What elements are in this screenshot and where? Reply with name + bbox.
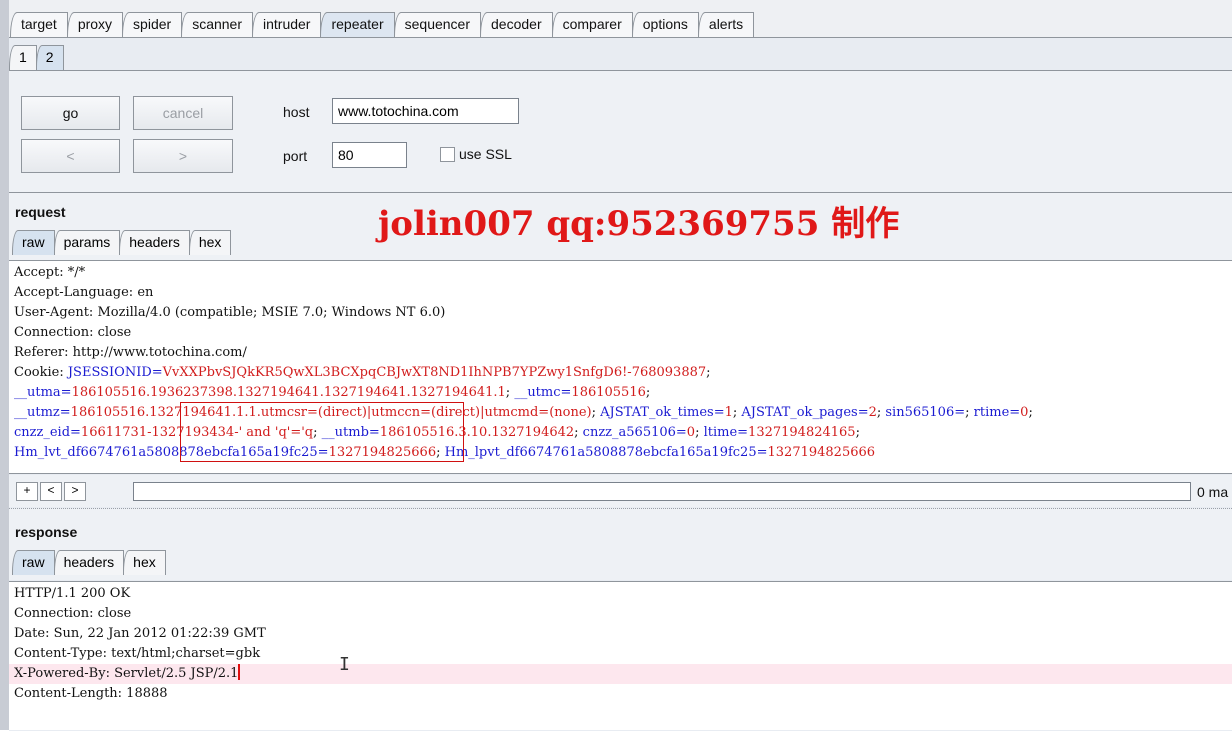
request-line: Accept-Language: en xyxy=(14,285,154,300)
request-line: Referer: http://www.totochina.com/ xyxy=(14,345,247,360)
add-button[interactable]: + xyxy=(16,482,38,501)
response-line: Date: Sun, 22 Jan 2012 01:22:39 GMT xyxy=(14,626,266,641)
response-title: response xyxy=(15,524,78,540)
repeater-sub-tabs: 12 xyxy=(9,45,64,70)
search-input[interactable] xyxy=(133,482,1191,501)
cancel-button[interactable]: cancel xyxy=(133,96,233,130)
repeater-tab-1[interactable]: 1 xyxy=(9,45,37,70)
forward-button[interactable]: > xyxy=(133,139,233,173)
text-cursor-icon: I xyxy=(339,654,350,675)
watermark-text: jolin007 qq:952369755 制作 xyxy=(378,204,900,244)
tab-repeater[interactable]: repeater xyxy=(320,12,395,39)
response-header-area: response raw headers hex xyxy=(9,514,1232,580)
use-ssl-label: use SSL xyxy=(459,146,512,162)
response-tab-raw[interactable]: raw xyxy=(12,550,55,575)
response-tab-headers[interactable]: headers xyxy=(53,550,125,575)
tab-spider[interactable]: spider xyxy=(122,12,183,37)
request-tab-hex[interactable]: hex xyxy=(188,230,232,255)
response-line: Content-Type: text/html;charset=gbk xyxy=(14,646,261,661)
request-line: Connection: close xyxy=(14,325,132,340)
response-line: Content-Length: 18888 xyxy=(14,686,168,701)
request-line: Accept: */* xyxy=(14,265,86,280)
request-line: Cookie: JSESSIONID=VvXXPbvSJQkKR5QwXL3BC… xyxy=(14,365,711,380)
request-line: User-Agent: Mozilla/4.0 (compatible; MSI… xyxy=(14,305,446,320)
response-line: Connection: close xyxy=(14,606,132,621)
top-tabs: target proxy spider scanner intruder repeater… xyxy=(10,12,755,39)
response-tab-hex[interactable]: hex xyxy=(123,550,166,575)
request-tab-params[interactable]: params xyxy=(53,230,121,255)
tab-proxy[interactable]: proxy xyxy=(66,12,124,37)
tab-target[interactable]: target xyxy=(10,12,68,37)
response-line: HTTP/1.1 200 OK xyxy=(14,586,131,601)
highlight-box xyxy=(180,402,464,462)
text-caret xyxy=(238,664,241,680)
next-match-button[interactable]: > xyxy=(64,482,86,501)
host-label: host xyxy=(283,104,310,120)
request-line: __utma=186105516.1936237398.1327194641.1… xyxy=(14,385,651,400)
request-tab-raw[interactable]: raw xyxy=(12,230,55,255)
tab-comparer[interactable]: comparer xyxy=(551,12,633,37)
tab-alerts[interactable]: alerts xyxy=(697,12,755,37)
tab-scanner[interactable]: scanner xyxy=(181,12,253,37)
port-label: port xyxy=(283,148,308,164)
repeater-tab-2[interactable]: 2 xyxy=(35,45,64,70)
response-view-tabs: raw headers hex xyxy=(12,550,166,575)
host-field[interactable]: www.totochina.com xyxy=(332,98,519,124)
request-tab-headers[interactable]: headers xyxy=(119,230,190,255)
request-controls: go cancel < > host www.totochina.com por… xyxy=(9,70,1232,192)
response-line: X-Powered-By: Servlet/2.5 JSP/2.1 xyxy=(9,664,1232,684)
response-editor[interactable]: HTTP/1.1 200 OK Connection: close Date: Su… xyxy=(9,581,1232,730)
tab-sequencer[interactable]: sequencer xyxy=(393,12,482,37)
request-title: request xyxy=(15,204,66,220)
previous-match-button[interactable]: < xyxy=(40,482,62,501)
match-count: 0 ma xyxy=(1197,484,1229,500)
tab-decoder[interactable]: decoder xyxy=(480,12,553,37)
use-ssl-checkbox[interactable] xyxy=(440,147,455,162)
request-search-bar: + < > 0 ma xyxy=(9,475,1232,507)
go-button[interactable]: go xyxy=(21,96,120,130)
tab-intruder[interactable]: intruder xyxy=(252,12,322,37)
port-field[interactable]: 80 xyxy=(332,142,407,168)
tab-options[interactable]: options xyxy=(631,12,699,37)
back-button[interactable]: < xyxy=(21,139,120,173)
request-view-tabs: raw params headers hex xyxy=(12,230,232,255)
